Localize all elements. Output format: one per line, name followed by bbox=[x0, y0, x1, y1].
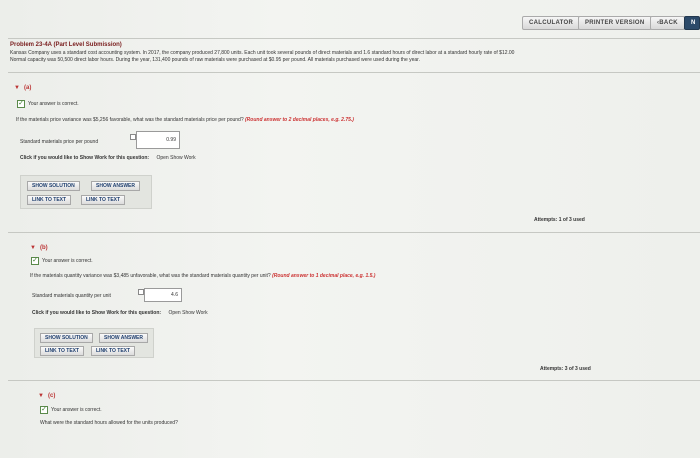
open-show-work-link[interactable]: Open Show Work bbox=[168, 310, 207, 316]
problem-title: Problem 23-4A (Part Level Submission) bbox=[10, 42, 122, 48]
link-to-text-button[interactable]: LINK TO TEXT bbox=[40, 346, 85, 356]
question-text: If the materials price variance was $5,2… bbox=[16, 117, 354, 123]
attempts-counter: Attempts: 1 of 3 used bbox=[534, 217, 585, 223]
question-body: If the materials price variance was $5,2… bbox=[16, 117, 244, 123]
show-solution-button[interactable]: SHOW SOLUTION bbox=[40, 333, 93, 343]
show-work-prompt: Click if you would like to Show Work for… bbox=[20, 155, 150, 161]
rounding-hint: (Round answer to 1 decimal place, e.g. 1… bbox=[272, 273, 376, 279]
problem-description-line: Kansas Company uses a standard cost acco… bbox=[10, 50, 515, 56]
input-label: Standard materials quantity per unit bbox=[32, 293, 111, 299]
show-work-row: Click if you would like to Show Work for… bbox=[32, 310, 208, 316]
divider bbox=[8, 38, 700, 39]
show-answer-button[interactable]: SHOW ANSWER bbox=[99, 333, 148, 343]
correct-checkmark-icon: ✓ bbox=[40, 406, 48, 414]
open-show-work-link[interactable]: Open Show Work bbox=[156, 155, 195, 161]
top-toolbar: CALCULATOR PRINTER VERSION ‹BACK N bbox=[0, 12, 700, 34]
divider bbox=[8, 380, 700, 381]
correct-message: Your answer is correct. bbox=[28, 101, 79, 107]
correct-checkmark-icon: ✓ bbox=[31, 257, 39, 265]
input-label: Standard materials price per pound bbox=[20, 139, 99, 145]
question-body: If the materials quantity variance was $… bbox=[30, 273, 271, 279]
correct-message: Your answer is correct. bbox=[42, 258, 93, 264]
collapse-arrow-icon[interactable]: ▼ bbox=[14, 85, 20, 91]
solution-buttons-panel: SHOW SOLUTION SHOW ANSWER LINK TO TEXT L… bbox=[34, 328, 154, 358]
screen: CALCULATOR PRINTER VERSION ‹BACK N Probl… bbox=[0, 0, 700, 458]
calculator-button[interactable]: CALCULATOR bbox=[522, 16, 581, 30]
answer-input[interactable]: 0.99 bbox=[136, 131, 180, 149]
link-to-text-button[interactable]: LINK TO TEXT bbox=[27, 195, 72, 205]
divider bbox=[8, 72, 700, 73]
rounding-hint: (Round answer to 2 decimal places, e.g. … bbox=[245, 117, 354, 123]
problem-description: Kansas Company uses a standard cost acco… bbox=[10, 50, 700, 64]
answer-input[interactable]: 4.6 bbox=[144, 288, 182, 302]
link-to-text-button[interactable]: LINK TO TEXT bbox=[91, 346, 136, 356]
collapse-arrow-icon[interactable]: ▼ bbox=[30, 245, 36, 251]
question-body: What were the standard hours allowed for… bbox=[40, 420, 178, 426]
problem-description-line: Normal capacity was 50,500 direct labor … bbox=[10, 57, 420, 63]
back-button[interactable]: ‹BACK bbox=[650, 16, 685, 30]
solution-buttons-panel: SHOW SOLUTION SHOW ANSWER LINK TO TEXT L… bbox=[20, 175, 152, 209]
link-to-text-button[interactable]: LINK TO TEXT bbox=[81, 195, 126, 205]
question-text: If the materials quantity variance was $… bbox=[30, 273, 375, 279]
collapse-arrow-icon[interactable]: ▼ bbox=[38, 393, 44, 399]
attempts-counter: Attempts: 3 of 3 used bbox=[540, 366, 591, 372]
correct-checkmark-icon: ✓ bbox=[17, 100, 25, 108]
part-a-label: (a) bbox=[24, 85, 32, 91]
divider bbox=[8, 232, 700, 233]
next-button[interactable]: N bbox=[684, 16, 700, 30]
show-answer-button[interactable]: SHOW ANSWER bbox=[91, 181, 140, 191]
show-work-row: Click if you would like to Show Work for… bbox=[20, 155, 196, 161]
show-solution-button[interactable]: SHOW SOLUTION bbox=[27, 181, 80, 191]
printer-version-button[interactable]: PRINTER VERSION bbox=[578, 16, 652, 30]
correct-message: Your answer is correct. bbox=[51, 407, 102, 413]
part-c-label: (c) bbox=[48, 393, 56, 399]
part-b-label: (b) bbox=[40, 245, 48, 251]
show-work-prompt: Click if you would like to Show Work for… bbox=[32, 310, 162, 316]
